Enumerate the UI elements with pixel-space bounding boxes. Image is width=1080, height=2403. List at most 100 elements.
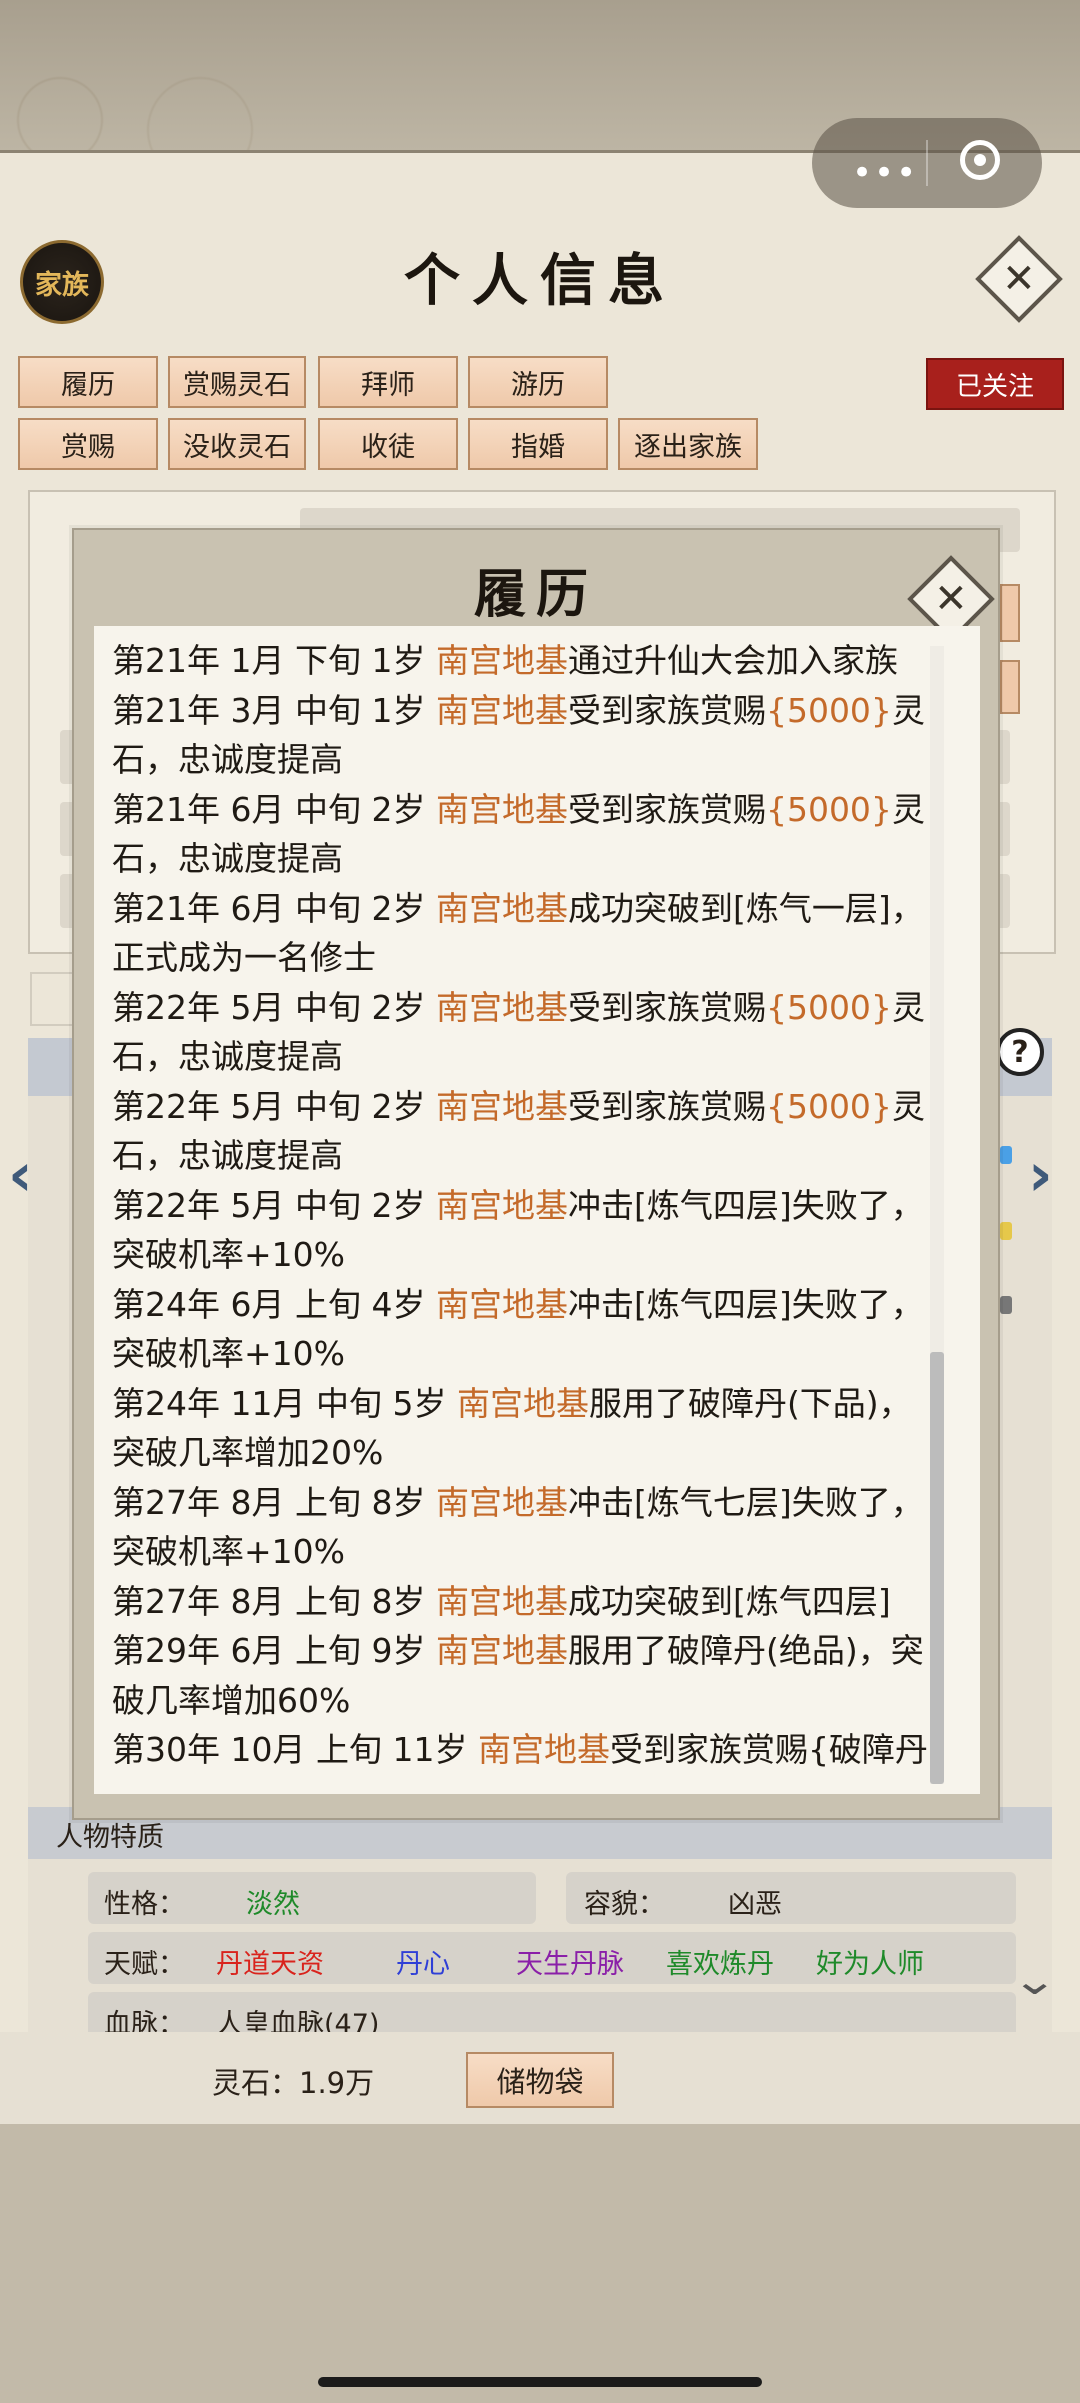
- entry-character-name: 南宫地基: [477, 1730, 610, 1769]
- entry-text: 受到家族赏赐{破障丹: [609, 1730, 928, 1769]
- close-icon: ✕: [1002, 255, 1036, 302]
- confiscate-stones-button[interactable]: 没收灵石: [168, 418, 306, 470]
- take-master-button[interactable]: 拜师: [318, 356, 458, 408]
- expel-button[interactable]: 逐出家族: [618, 418, 758, 470]
- chevron-down-icon[interactable]: ⌄: [1011, 1958, 1058, 2004]
- profile-action-edge: [1000, 660, 1020, 714]
- status-dot: [1000, 1222, 1012, 1240]
- entry-text: 受到家族赏赐: [567, 1086, 766, 1126]
- reward-stones-button[interactable]: 赏赐灵石: [168, 356, 306, 408]
- entry-date: 第24年 11月 中旬 5岁: [112, 1383, 457, 1423]
- more-options-icon[interactable]: •••: [852, 153, 918, 193]
- history-entry: 第22年 5月 中旬 2岁 南宫地基冲击[炼气四层]失败了，突破机率+10%: [112, 1181, 942, 1280]
- history-entry: 第22年 5月 中旬 2岁 南宫地基受到家族赏赐{5000}灵石，忠诚度提高: [112, 1082, 942, 1181]
- history-entry: 第22年 5月 中旬 2岁 南宫地基受到家族赏赐{5000}灵石，忠诚度提高: [112, 983, 942, 1082]
- entry-date: 第29年 6月 上旬 9岁: [112, 1631, 436, 1670]
- confiscate-stones-label: 没收灵石: [183, 431, 291, 463]
- history-entry: 第27年 8月 上旬 8岁 南宫地基成功突破到[炼气四层]: [112, 1577, 942, 1627]
- entry-character-name: 南宫地基: [435, 888, 568, 928]
- close-icon: ✕: [934, 575, 968, 622]
- storage-bag-button[interactable]: 储物袋: [466, 2052, 614, 2108]
- footer-area: [0, 2124, 1080, 2403]
- history-entry: 第24年 11月 中旬 5岁 南宫地基服用了破障丹(下品)，突破几率增加20%: [112, 1379, 942, 1478]
- reward-button[interactable]: 赏赐: [18, 418, 158, 470]
- bloodline-label: 血脉：: [104, 2009, 185, 2032]
- entry-reward: {5000}: [765, 1086, 892, 1126]
- entry-character-name: 南宫地基: [456, 1383, 589, 1423]
- history-entry: 第24年 6月 上旬 4岁 南宫地基冲击[炼气四层]失败了，突破机率+10%: [112, 1280, 942, 1379]
- spirit-stone-count: 灵石：1.9万: [212, 2066, 375, 2100]
- history-entry: 第21年 1月 下旬 1岁 南宫地基通过升仙大会加入家族: [112, 636, 942, 686]
- entry-character-name: 南宫地基: [435, 690, 568, 730]
- entry-character-name: 南宫地基: [435, 641, 568, 680]
- talent-tag: 丹心: [396, 1949, 450, 1980]
- prev-arrow-icon[interactable]: ‹: [8, 1140, 33, 1210]
- history-entry: 第21年 6月 中旬 2岁 南宫地基受到家族赏赐{5000}灵石，忠诚度提高: [112, 785, 942, 884]
- history-button[interactable]: 履历: [18, 356, 158, 408]
- history-entry: 第21年 3月 中旬 1岁 南宫地基受到家族赏赐{5000}灵石，忠诚度提高: [112, 686, 942, 785]
- reward-stones-label: 赏赐灵石: [183, 369, 291, 401]
- entry-character-name: 南宫地基: [435, 1581, 568, 1621]
- entry-character-name: 南宫地基: [435, 1631, 568, 1670]
- expel-label: 逐出家族: [634, 431, 742, 463]
- history-entry: 第21年 6月 中旬 2岁 南宫地基成功突破到[炼气一层]，正式成为一名修士: [112, 884, 942, 983]
- dialog-title: 履历: [473, 564, 598, 625]
- entry-character-name: 南宫地基: [435, 1284, 568, 1324]
- entry-reward: {5000}: [765, 789, 892, 829]
- status-dot: [1000, 1296, 1012, 1314]
- history-entry: 第27年 8月 上旬 8岁 南宫地基冲击[炼气七层]失败了，突破机率+10%: [112, 1478, 942, 1577]
- entry-text: 受到家族赏赐: [567, 690, 766, 730]
- scrollbar[interactable]: [930, 1352, 944, 1784]
- entry-date: 第21年 6月 中旬 2岁: [112, 888, 436, 928]
- personality-value: 淡然: [246, 1889, 300, 1920]
- entry-text: 成功突破到[炼气四层]: [567, 1581, 891, 1621]
- entry-date: 第21年 3月 中旬 1岁: [112, 690, 436, 730]
- help-icon[interactable]: ?: [996, 1028, 1044, 1076]
- entry-character-name: 南宫地基: [435, 1086, 568, 1126]
- followed-badge[interactable]: 已关注: [926, 358, 1064, 410]
- profile-action-edge: [1000, 584, 1020, 642]
- home-indicator[interactable]: [318, 2377, 762, 2387]
- family-button-label: 家族: [35, 269, 89, 301]
- history-list: 第21年 1月 下旬 1岁 南宫地基通过升仙大会加入家族 第21年 3月 中旬 1…: [112, 636, 942, 1775]
- entry-date: 第21年 6月 中旬 2岁: [112, 789, 436, 829]
- next-arrow-icon[interactable]: ›: [1028, 1140, 1053, 1210]
- entry-character-name: 南宫地基: [435, 1185, 568, 1225]
- entry-date: 第22年 5月 中旬 2岁: [112, 1185, 436, 1225]
- storage-bag-label: 储物袋: [496, 2065, 584, 2099]
- entry-date: 第22年 5月 中旬 2岁: [112, 987, 436, 1027]
- bloodline-row: 血脉： 人皇血脉(47): [88, 1992, 1016, 2032]
- capsule-divider: [926, 140, 928, 186]
- entry-text: 通过升仙大会加入家族: [567, 641, 898, 680]
- history-dialog: 履历 ✕ 第21年 1月 下旬 1岁 南宫地基通过升仙大会加入家族 第21年 3月…: [72, 528, 1000, 1820]
- entry-character-name: 南宫地基: [435, 1482, 568, 1522]
- entry-text: 受到家族赏赐: [567, 987, 766, 1027]
- entry-date: 第24年 6月 上旬 4岁: [112, 1284, 436, 1324]
- bloodline-value: 人皇血脉(47): [216, 2009, 380, 2032]
- looks-label: 容貌：: [584, 1889, 665, 1920]
- arrange-marriage-button[interactable]: 指婚: [468, 418, 608, 470]
- family-button[interactable]: 家族: [20, 240, 104, 324]
- travel-label: 游历: [511, 369, 565, 401]
- entry-text: 受到家族赏赐: [567, 789, 766, 829]
- status-dot: [1000, 1146, 1012, 1164]
- take-disciple-label: 收徒: [361, 431, 415, 463]
- arrange-marriage-label: 指婚: [511, 431, 565, 463]
- traits-title: 人物特质: [56, 1822, 164, 1853]
- talent-tag: 丹道天资: [216, 1949, 324, 1980]
- looks-value: 凶恶: [728, 1889, 782, 1920]
- followed-label: 已关注: [955, 371, 1034, 402]
- history-log[interactable]: 第21年 1月 下旬 1岁 南宫地基通过升仙大会加入家族 第21年 3月 中旬 1…: [94, 626, 980, 1794]
- history-entry: 第29年 6月 上旬 9岁 南宫地基服用了破障丹(绝品)，突破几率增加60%: [112, 1626, 942, 1725]
- talent-tag: 好为人师: [816, 1949, 924, 1980]
- travel-button[interactable]: 游历: [468, 356, 608, 408]
- exit-miniapp-icon[interactable]: [960, 140, 1000, 180]
- entry-date: 第30年 10月 上旬 11岁: [112, 1730, 478, 1769]
- entry-date: 第22年 5月 中旬 2岁: [112, 1086, 436, 1126]
- reward-label: 赏赐: [61, 431, 115, 463]
- personality-label: 性格：: [104, 1889, 185, 1920]
- entry-character-name: 南宫地基: [435, 789, 568, 829]
- take-disciple-button[interactable]: 收徒: [318, 418, 458, 470]
- talent-tag: 天生丹脉: [516, 1949, 624, 1980]
- take-master-label: 拜师: [361, 369, 415, 401]
